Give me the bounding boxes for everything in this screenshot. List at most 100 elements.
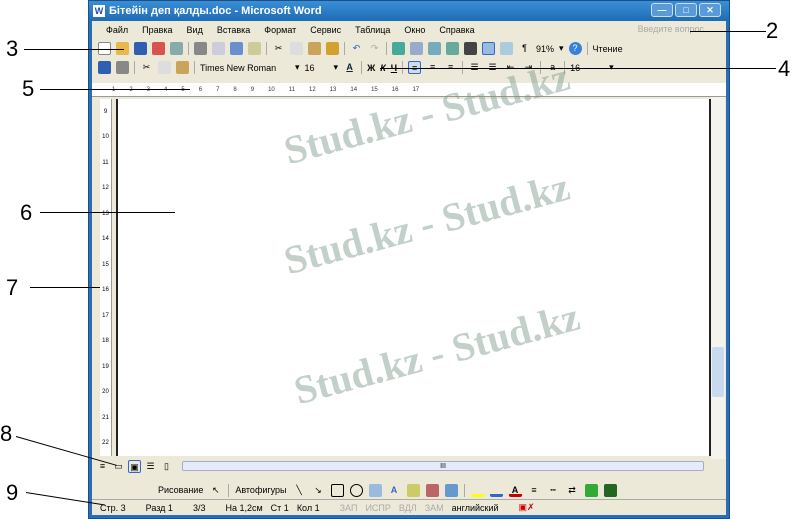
line-style-icon[interactable]: ≡: [528, 484, 541, 497]
save-icon[interactable]: [98, 61, 111, 74]
ruler-tick: 19: [102, 363, 109, 370]
wordart-icon[interactable]: A: [388, 484, 401, 497]
save-icon[interactable]: [134, 42, 147, 55]
undo-icon[interactable]: ↶: [350, 42, 363, 55]
3d-icon[interactable]: [603, 483, 617, 497]
status-ovr[interactable]: ЗАМ: [425, 503, 444, 513]
copy-icon[interactable]: [290, 42, 303, 55]
research-icon[interactable]: [248, 42, 261, 55]
status-ext[interactable]: ВДЛ: [399, 503, 417, 513]
font-color-icon[interactable]: A: [508, 484, 522, 497]
status-rec[interactable]: ЗАП: [340, 503, 358, 513]
ruler-tick: 7: [216, 86, 220, 93]
menu-view[interactable]: Вид: [187, 25, 203, 35]
columns-icon[interactable]: [464, 42, 477, 55]
document-map-icon[interactable]: [500, 42, 513, 55]
close-button[interactable]: ✕: [699, 3, 721, 17]
status-language: английский: [451, 502, 499, 513]
callout-5: 5: [22, 76, 35, 101]
maximize-button[interactable]: □: [675, 3, 697, 17]
ruler-tick: 9: [250, 86, 255, 93]
status-section: Разд 1: [145, 502, 173, 513]
vertical-ruler[interactable]: 9 10 11 12 13 14 15 16 17 18 19 20 21 22: [100, 99, 112, 456]
horizontal-scrollbar[interactable]: ≡ ▭ ▣ ☰ ▯ III: [92, 459, 726, 473]
dash-style-icon[interactable]: ┅: [547, 484, 560, 497]
menu-table[interactable]: Таблица: [355, 25, 390, 35]
email-icon[interactable]: [170, 42, 183, 55]
document-page[interactable]: [116, 99, 712, 456]
paste-icon[interactable]: [176, 61, 189, 74]
size-select[interactable]: 16: [305, 63, 329, 73]
permission-icon[interactable]: [152, 42, 165, 55]
menu-insert[interactable]: Вставка: [217, 25, 250, 35]
tables-borders-icon[interactable]: [410, 42, 423, 55]
help-input[interactable]: Введите вопрос: [638, 24, 704, 34]
cut-icon[interactable]: ✂: [140, 61, 153, 74]
autoshapes-menu[interactable]: Автофигуры: [235, 485, 286, 495]
minimize-button[interactable]: —: [651, 3, 673, 17]
print-icon[interactable]: [194, 42, 207, 55]
scroll-thumb[interactable]: III: [182, 461, 704, 471]
select-pointer-icon[interactable]: ↖: [209, 484, 222, 497]
clipart-icon[interactable]: [425, 483, 439, 497]
line-color-icon[interactable]: [489, 484, 503, 497]
chevron-down-icon[interactable]: ▾: [295, 62, 300, 73]
shadow-icon[interactable]: [584, 483, 598, 497]
print-icon[interactable]: [116, 61, 129, 74]
redo-icon[interactable]: ↷: [368, 42, 381, 55]
rectangle-icon[interactable]: [330, 483, 344, 497]
menu-edit[interactable]: Правка: [142, 25, 172, 35]
reading-view-icon[interactable]: ▯: [160, 460, 173, 473]
ruler-tick: 15: [102, 261, 109, 268]
zoom-select[interactable]: 91%: [536, 44, 554, 54]
callout-7: 7: [6, 275, 19, 300]
ruler-tick: 12: [102, 185, 109, 192]
pilcrow-icon[interactable]: ¶: [518, 42, 531, 55]
chevron-down-icon[interactable]: ▾: [334, 62, 339, 73]
menu-window[interactable]: Окно: [404, 25, 425, 35]
ruler-tick: 22: [102, 440, 109, 447]
bold-button[interactable]: Ж: [367, 63, 375, 73]
help-icon[interactable]: ?: [568, 42, 582, 55]
font-select[interactable]: Times New Roman: [200, 63, 290, 73]
menu-tools[interactable]: Сервис: [310, 25, 341, 35]
copy-icon[interactable]: [158, 61, 171, 74]
picture-icon[interactable]: [444, 483, 458, 497]
status-trk[interactable]: ИСПР: [365, 503, 390, 513]
drawing-icon[interactable]: [482, 42, 495, 55]
ruler-tick: 14: [102, 236, 109, 243]
ruler-tick: 11: [288, 86, 296, 93]
vertical-scrollbar[interactable]: [711, 97, 725, 459]
textbox-icon[interactable]: [368, 483, 382, 497]
hyperlink-icon[interactable]: [392, 42, 405, 55]
chevron-down-icon[interactable]: ▾: [559, 43, 564, 54]
format-painter-icon[interactable]: [326, 42, 339, 55]
menu-help[interactable]: Справка: [439, 25, 474, 35]
arrow-icon[interactable]: ↘: [312, 484, 325, 497]
insert-excel-icon[interactable]: [446, 42, 459, 55]
spelling-icon[interactable]: [230, 42, 243, 55]
menu-format[interactable]: Формат: [264, 25, 296, 35]
oval-icon[interactable]: [349, 483, 363, 497]
line-icon[interactable]: ╲: [293, 484, 306, 497]
web-view-icon[interactable]: ▭: [112, 460, 125, 473]
reading-button[interactable]: Чтение: [593, 44, 623, 54]
paste-icon[interactable]: [308, 42, 321, 55]
fill-color-icon[interactable]: [470, 484, 484, 497]
cut-icon[interactable]: ✂: [272, 42, 285, 55]
print-layout-icon[interactable]: ▣: [128, 459, 141, 473]
diagram-icon[interactable]: [406, 483, 420, 497]
drawing-menu[interactable]: Рисование: [158, 485, 203, 495]
status-line: Ст 1: [270, 502, 289, 513]
status-bar: Стр. 3 Разд 1 3/3 На 1,2см Ст 1 Кол 1 ЗА…: [92, 499, 726, 515]
horizontal-ruler[interactable]: 1234567891011121314151617: [92, 83, 726, 97]
insert-table-icon[interactable]: [428, 42, 441, 55]
ruler-tick: 18: [102, 338, 109, 345]
scroll-thumb[interactable]: [712, 347, 724, 397]
outline-view-icon[interactable]: ☰: [144, 460, 157, 473]
menu-file[interactable]: Файл: [106, 25, 128, 35]
spelling-status-icon[interactable]: ▣✗: [519, 502, 535, 513]
font-color-icon[interactable]: A: [343, 61, 356, 74]
preview-icon[interactable]: [212, 42, 225, 55]
arrow-style-icon[interactable]: ⇄: [566, 484, 579, 497]
